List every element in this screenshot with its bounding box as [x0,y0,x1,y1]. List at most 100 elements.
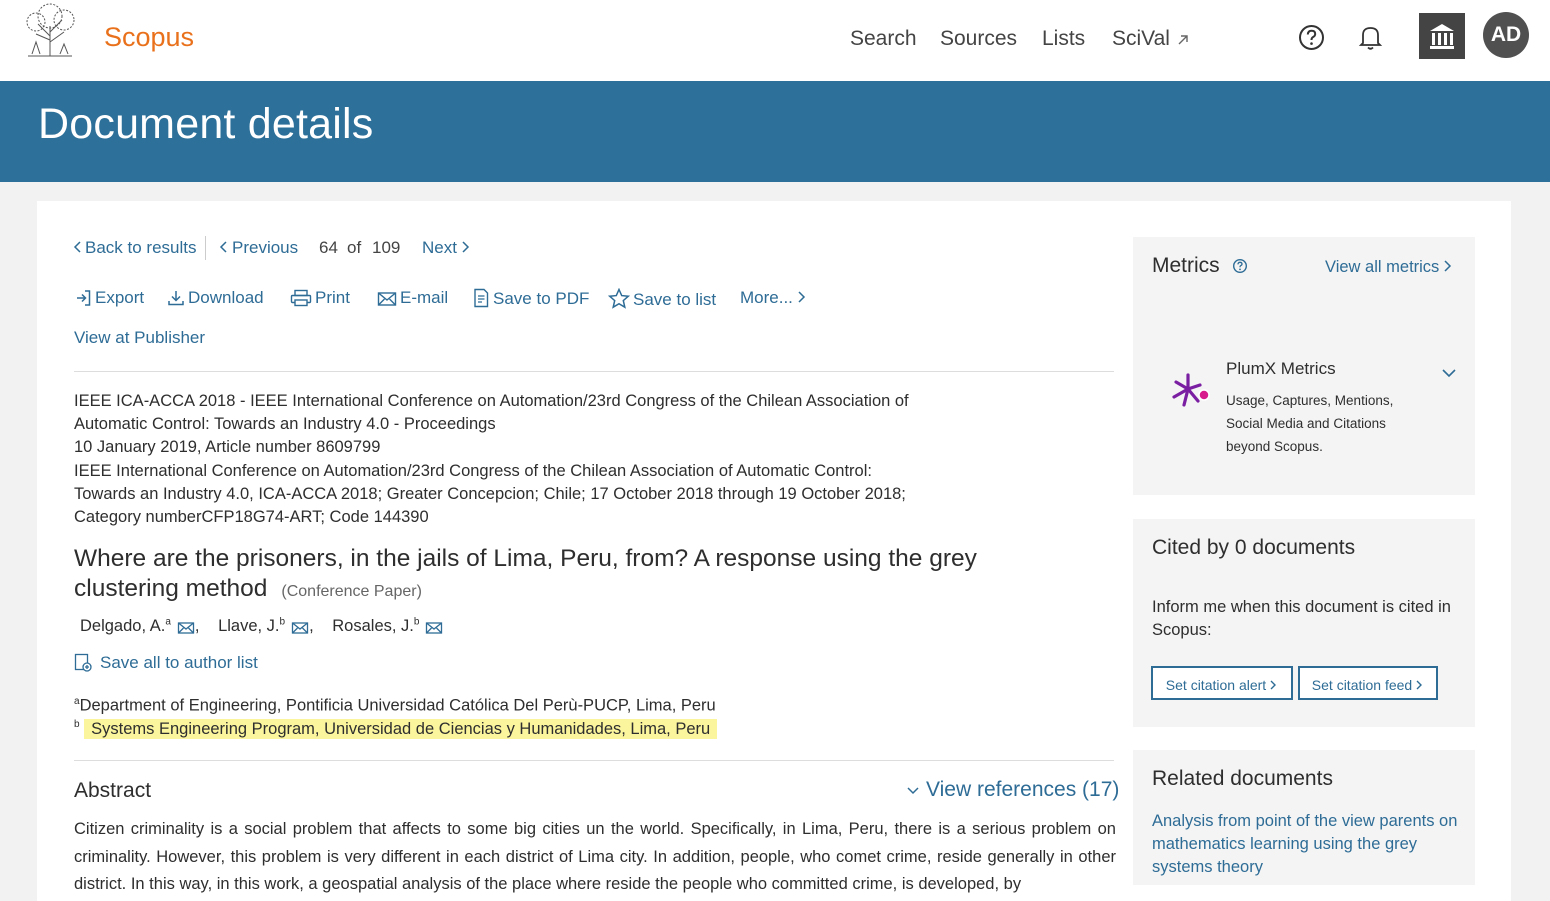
source-info: IEEE ICA-ACCA 2018 - IEEE International … [74,390,974,529]
printer-icon [290,289,312,307]
plumx-title[interactable]: PlumX Metrics [1226,359,1336,379]
author-affil-sup: b [413,616,420,627]
divider [74,371,1114,372]
previous-label: Previous [232,238,299,257]
next-label: Next [422,238,457,257]
more-button[interactable]: More... [740,288,810,308]
save-all-label: Save all to author list [100,653,258,672]
pager-total: 109 [372,238,401,257]
chevron-left-icon [219,241,227,253]
more-label: More... [740,288,793,307]
save-to-pdf-label: Save to PDF [493,289,590,308]
back-to-results-link[interactable]: Back to results [72,238,197,258]
set-citation-feed-label: Set citation feed [1311,677,1413,693]
info-circle-icon[interactable] [1232,258,1248,274]
download-button[interactable]: Download [167,288,264,308]
author: Rosales, J.b [332,616,443,635]
author-email-icon[interactable] [291,621,309,635]
chevron-left-icon [73,241,81,253]
bell-icon[interactable] [1357,23,1384,51]
set-citation-alert-button[interactable]: Set citation alert [1151,666,1293,700]
view-all-metrics-link[interactable]: View all metrics [1325,258,1453,277]
page-title: Document details [38,100,374,148]
chevron-right-icon [798,291,805,303]
author-affil-sup: a [165,616,171,627]
save-to-pdf-button[interactable]: Save to PDF [472,288,589,309]
question-circle-icon[interactable] [1298,24,1325,51]
author-name[interactable]: Rosales, J. [332,617,414,635]
plumx-description: Usage, Captures, Mentions, Social Media … [1226,393,1394,454]
affiliation-a-text: Department of Engineering, Pontificia Un… [79,696,716,715]
view-at-publisher-link[interactable]: View at Publisher [74,328,205,348]
author: Llave, J.b, [218,616,314,635]
pager-of: of [347,238,362,257]
source-line: Category numberCFP18G74-ART; Code 144390 [74,508,429,527]
author-email-icon[interactable] [425,621,443,635]
scopus-logo-text[interactable]: Scopus [104,22,194,53]
export-label: Export [95,288,145,307]
export-button[interactable]: Export [74,288,144,308]
author: Delgado, A.a, [80,616,200,635]
source-line: Automatic Control: Towards an Industry 4… [74,415,496,434]
print-label: Print [315,288,350,307]
chevron-right-icon [462,241,470,253]
chevron-down-icon [907,787,919,795]
divider [74,760,1114,761]
cited-by-title: Cited by 0 documents [1152,536,1356,559]
related-document-link[interactable]: Analysis from point of the view parents … [1152,810,1462,879]
previous-link[interactable]: Previous [218,238,298,258]
pager-current: 64 [319,238,338,257]
plumx-icon [1172,373,1210,407]
document-type: (Conference Paper) [281,583,422,600]
chevron-right-icon [1270,680,1277,690]
view-references-link[interactable]: View references (17) [906,778,1119,802]
related-documents-title: Related documents [1152,767,1333,790]
export-icon [77,290,91,306]
metrics-title-text: Metrics [1152,254,1220,277]
affiliation-a: aDepartment of Engineering, Pontificia U… [74,696,716,716]
email-button[interactable]: E-mail [377,288,448,308]
nav-sources[interactable]: Sources [940,27,1017,51]
nav-lists[interactable]: Lists [1042,27,1085,51]
document-title: Where are the prisoners, in the jails of… [74,544,1074,607]
next-link[interactable]: Next [422,238,471,258]
source-line: IEEE ICA-ACCA 2018 - IEEE International … [74,392,909,410]
nav-scival-label: SciVal [1112,27,1170,50]
nav-scival[interactable]: SciVal [1112,27,1190,51]
back-to-results-label: Back to results [85,238,197,257]
print-button[interactable]: Print [290,288,350,308]
affiliation-b: b Systems Engineering Program, Universid… [74,718,718,739]
chevron-down-icon[interactable] [1441,367,1457,379]
envelope-icon [377,292,397,306]
affiliation-marker: b [74,719,80,730]
download-icon [168,291,184,306]
source-line: 10 January 2019, Article number 8609799 [74,438,381,457]
save-to-list-label: Save to list [633,290,717,309]
elsevier-tree-logo[interactable] [18,2,82,58]
author-name[interactable]: Delgado, A. [80,617,165,635]
set-citation-feed-button[interactable]: Set citation feed [1298,666,1438,700]
external-arrow-icon [1178,35,1188,45]
cited-by-text: Inform me when this document is cited in… [1152,598,1451,639]
source-line: Towards an Industry 4.0, ICA-ACCA 2018; … [74,484,906,503]
institution-button[interactable] [1419,13,1465,59]
author-list-icon [74,653,92,672]
pager-divider [205,236,206,260]
author-email-icon[interactable] [177,621,195,635]
view-all-metrics-label: View all metrics [1325,258,1440,276]
affiliation-b-text-highlighted: Systems Engineering Program, Universidad… [84,718,718,739]
star-icon [607,287,631,309]
author-affil-sup: b [279,616,286,627]
author-name[interactable]: Llave, J. [218,617,279,635]
save-to-list-button[interactable]: Save to list [607,287,717,310]
metrics-title: Metrics [1152,254,1248,278]
save-all-to-author-list-link[interactable]: Save all to author list [74,653,258,673]
source-line: IEEE International Conference on Automat… [74,461,872,480]
chevron-right-icon [1444,260,1452,272]
nav-search[interactable]: Search [850,27,917,51]
top-navigation-bar: Scopus Search Sources Lists SciVal AD [0,0,1550,81]
email-label: E-mail [400,288,449,307]
abstract-heading: Abstract [74,779,152,802]
user-avatar[interactable]: AD [1483,12,1529,58]
author-list: Delgado, A.a, Llave, J.b, Rosales, J.b [80,616,457,636]
